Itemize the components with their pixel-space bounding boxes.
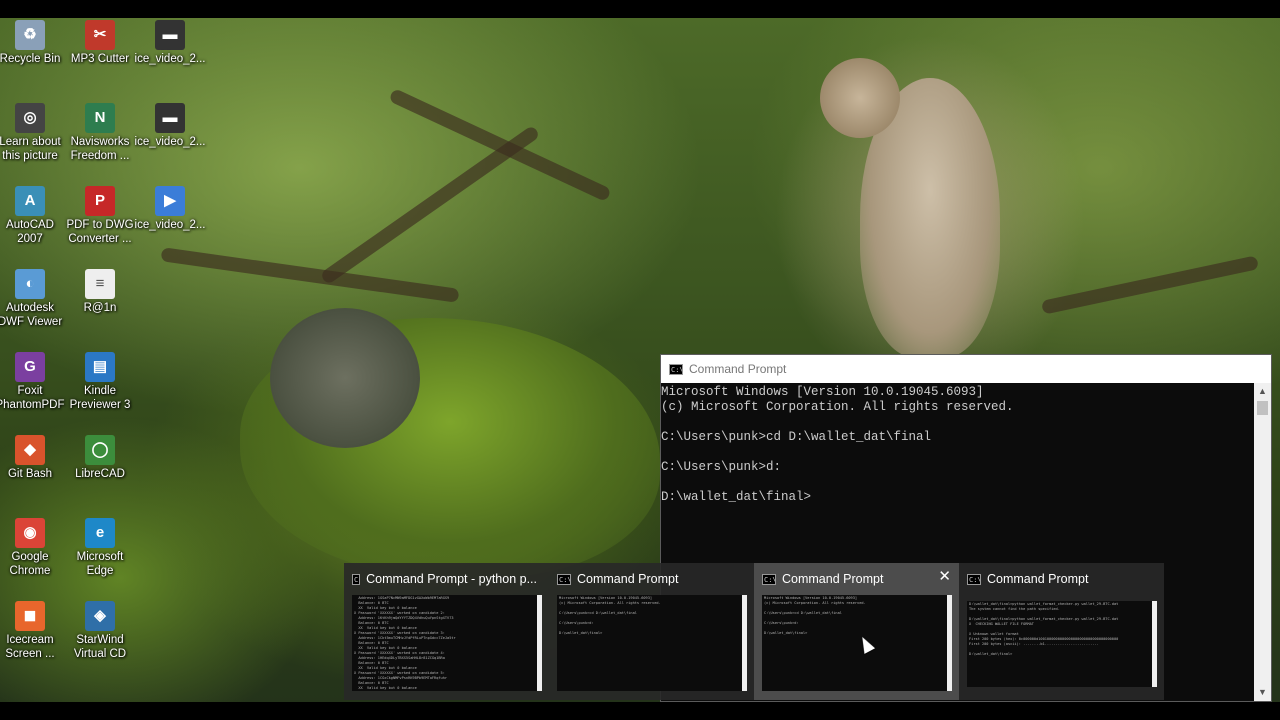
scroll-down-arrow-icon[interactable]: ▼: [1254, 684, 1271, 701]
top-letterbox: [0, 0, 1280, 18]
thumbnail-title: Command Prompt: [987, 572, 1089, 586]
bottom-letterbox: [0, 702, 1280, 720]
desktop-icon-label: Foxit PhantomPDF: [0, 385, 65, 411]
close-icon[interactable]: ✕: [938, 569, 951, 585]
desktop-icon-label: ice_video_2...: [134, 219, 206, 231]
desktop-icon-foxit-phantompdf[interactable]: G Foxit PhantomPDF: [0, 352, 66, 412]
recycle-bin-icon: ♻: [15, 20, 45, 50]
cmd-app-icon: C:\: [352, 573, 361, 585]
desktop-icon-label: Learn about this picture: [0, 136, 61, 162]
thumbnail-title: Command Prompt: [577, 572, 679, 586]
autodesk-dwf-viewer-icon: ◐: [15, 269, 45, 299]
thumbnail-title: Command Prompt: [782, 572, 884, 586]
ice-video-3-icon: ▶: [155, 186, 185, 216]
desktop-icon-label: Icecream Screen ...: [5, 634, 55, 660]
scroll-up-arrow-icon[interactable]: ▲: [1254, 383, 1271, 400]
desktop-icon-label: MP3 Cutter: [70, 53, 130, 65]
learn-about-picture-icon: ◎: [15, 103, 45, 133]
desktop-icon-ice-video-3[interactable]: ▶ ice_video_2...: [134, 186, 206, 232]
thumbnail-preview[interactable]: Microsoft Windows [Version 10.0.19045.60…: [762, 595, 952, 691]
wallpaper-branch: [160, 247, 460, 303]
desktop-icon-label: Kindle Previewer 3: [69, 385, 131, 411]
cmd-app-icon: C:\: [762, 573, 776, 585]
desktop-icon-label: LibreCAD: [75, 468, 125, 480]
cmd-app-icon: C:\: [967, 573, 981, 585]
desktop-icon-kindle-previewer[interactable]: ▤ Kindle Previewer 3: [64, 352, 136, 412]
starwind-virtual-cd-icon: ◈: [85, 601, 115, 631]
cmd-app-icon: C:\: [669, 363, 683, 375]
desktop-icon-label: Recycle Bin: [0, 53, 61, 65]
desktop-icon-label: StarWind Virtual CD: [73, 634, 127, 660]
desktop-icon-label: ice_video_2...: [134, 53, 206, 65]
wallpaper-statue-head: [270, 308, 420, 448]
desktop-icon-ice-video-2[interactable]: ▬ ice_video_2...: [134, 103, 206, 149]
desktop-icon-learn-about-picture[interactable]: ◎ Learn about this picture: [0, 103, 66, 163]
console-output[interactable]: Microsoft Windows [Version 10.0.19045.60…: [661, 385, 1014, 505]
wallpaper-branch: [1040, 255, 1260, 315]
navisworks-freedom-icon: N: [85, 103, 115, 133]
window-title: Command Prompt: [689, 362, 787, 376]
git-bash-icon: ◆: [15, 435, 45, 465]
scroll-thumb[interactable]: [1257, 401, 1268, 415]
pdf-to-dwg-icon: P: [85, 186, 115, 216]
desktop-icon-pdf-to-dwg[interactable]: P PDF to DWG Converter ...: [64, 186, 136, 246]
icecream-screen-icon: ◼: [15, 601, 45, 631]
vertical-scrollbar[interactable]: ▲ ▼: [1254, 383, 1271, 701]
thumbnail-preview-text: Address: 1GSaP7NcMN9aMFDG1vGAXoWb9EMTaRG…: [354, 596, 456, 690]
foxit-phantompdf-icon: G: [15, 352, 45, 382]
desktop-icon-navisworks-freedom[interactable]: N Navisworks Freedom ...: [64, 103, 136, 163]
mp3-cutter-icon: ✂: [85, 20, 115, 50]
desktop-icon-mp3-cutter[interactable]: ✂ MP3 Cutter: [64, 20, 136, 66]
desktop-icon-label: Microsoft Edge: [76, 551, 124, 577]
desktop-icon-label: Google Chrome: [9, 551, 51, 577]
taskbar-thumbnail-strip: C:\ Command Prompt - python p... Address…: [344, 563, 1164, 700]
thumbnail-item[interactable]: C:\ Command Prompt Microsoft Windows [Ve…: [549, 563, 754, 700]
autocad-2007-icon: A: [15, 186, 45, 216]
desktop-icon-recycle-bin[interactable]: ♻ Recycle Bin: [0, 20, 66, 66]
r1n-file-icon: ≡: [85, 269, 115, 299]
desktop-icon-starwind-virtual-cd[interactable]: ◈ StarWind Virtual CD: [64, 601, 136, 661]
desktop-icon-label: Autodesk DWF Viewer: [0, 302, 63, 328]
desktop-icon-label: R@1n: [83, 302, 117, 314]
ice-video-2-icon: ▬: [155, 103, 185, 133]
desktop-icon-label: PDF to DWG Converter ...: [66, 219, 134, 245]
wallpaper-monkey-head: [820, 58, 900, 138]
thumbnail-item[interactable]: C:\ Command Prompt D:\wallet_dat\final>p…: [959, 563, 1164, 700]
thumbnail-preview[interactable]: D:\wallet_dat\final>python wallet_format…: [967, 601, 1157, 687]
desktop-icon-autocad-2007[interactable]: A AutoCAD 2007: [0, 186, 66, 246]
desktop-icon-label: ice_video_2...: [134, 136, 206, 148]
microsoft-edge-icon: e: [85, 518, 115, 548]
thumbnail-preview-text: Microsoft Windows [Version 10.0.19045.60…: [559, 596, 661, 635]
desktop-icon-icecream-screen[interactable]: ◼ Icecream Screen ...: [0, 601, 66, 661]
desktop-icon-label: AutoCAD 2007: [6, 219, 54, 245]
cmd-app-icon: C:\: [557, 573, 571, 585]
desktop-icon-google-chrome[interactable]: ◉ Google Chrome: [0, 518, 66, 578]
desktop-icon-autodesk-dwf-viewer[interactable]: ◐ Autodesk DWF Viewer: [0, 269, 66, 329]
thumbnail-title: Command Prompt - python p...: [366, 572, 537, 586]
wallpaper-branch: [388, 87, 612, 203]
thumbnail-preview[interactable]: Address: 1GSaP7NcMN9aMFDG1vGAXoWb9EMTaRG…: [352, 595, 542, 691]
kindle-previewer-icon: ▤: [85, 352, 115, 382]
thumbnail-item-hovered[interactable]: C:\ Command Prompt ✕ Microsoft Windows […: [754, 563, 959, 700]
desktop-icon-git-bash[interactable]: ◆ Git Bash: [0, 435, 66, 481]
desktop-icon-microsoft-edge[interactable]: e Microsoft Edge: [64, 518, 136, 578]
window-titlebar[interactable]: C:\ Command Prompt: [661, 355, 1271, 383]
desktop-icon-label: Navisworks Freedom ...: [70, 136, 130, 162]
desktop-icon-r1n-file[interactable]: ≡ R@1n: [64, 269, 136, 315]
thumbnail-preview-text: Microsoft Windows [Version 10.0.19045.60…: [764, 596, 866, 635]
librecad-icon: ◯: [85, 435, 115, 465]
google-chrome-icon: ◉: [15, 518, 45, 548]
ice-video-1-icon: ▬: [155, 20, 185, 50]
thumbnail-preview[interactable]: Microsoft Windows [Version 10.0.19045.60…: [557, 595, 747, 691]
thumbnail-preview-text: D:\wallet_dat\final>python wallet_format…: [969, 602, 1119, 656]
thumbnail-item[interactable]: C:\ Command Prompt - python p... Address…: [344, 563, 549, 700]
desktop-icon-ice-video-1[interactable]: ▬ ice_video_2...: [134, 20, 206, 66]
desktop-icon-librecad[interactable]: ◯ LibreCAD: [64, 435, 136, 481]
desktop-icon-label: Git Bash: [7, 468, 53, 480]
